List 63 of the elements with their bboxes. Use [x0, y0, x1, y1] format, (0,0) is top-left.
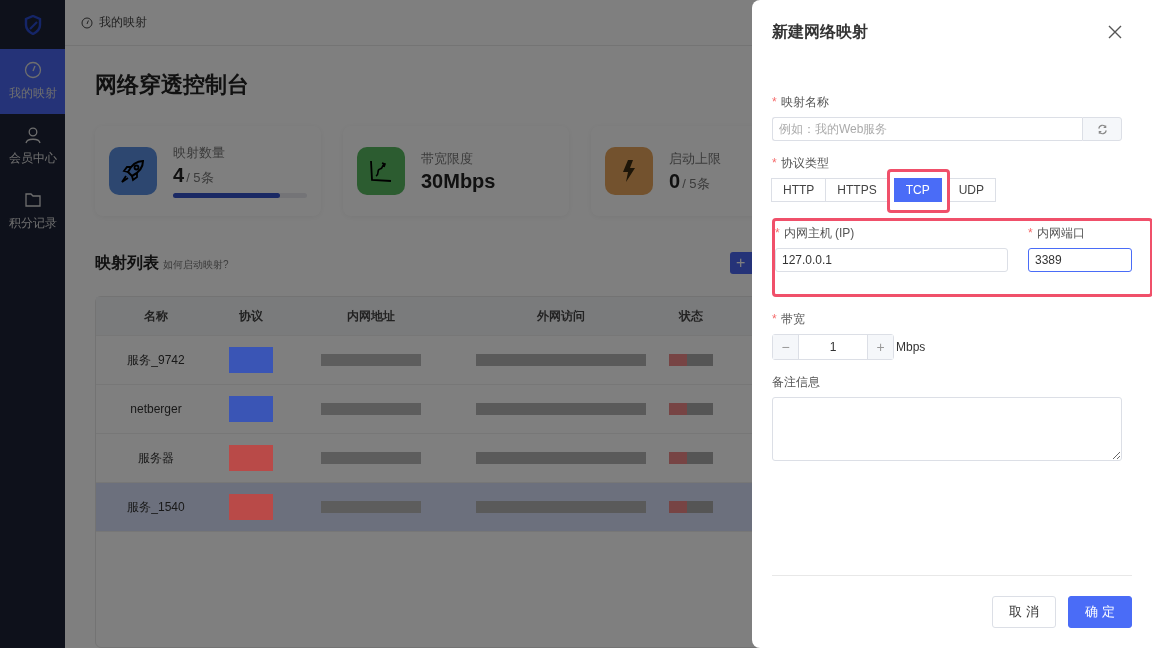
field-label: 协议类型	[780, 156, 829, 170]
breadcrumb[interactable]: 我的映射	[99, 14, 147, 31]
gauge-icon	[81, 16, 93, 29]
unit-label: Mbps	[896, 340, 926, 354]
shield-logo-icon	[23, 14, 42, 35]
stat-value: 30Mbps	[421, 169, 496, 193]
redacted-block	[669, 501, 713, 513]
folder-icon	[23, 191, 42, 209]
section-title: 映射列表	[95, 252, 159, 273]
column-header: 外网访问	[536, 307, 586, 325]
column-header: 内网地址	[346, 307, 396, 325]
user-icon	[23, 126, 42, 144]
protocol-option[interactable]: HTTPS	[825, 178, 889, 202]
sidebar-item[interactable]: 我的映射	[0, 49, 65, 114]
table-cell-text: 服务_1540	[126, 498, 186, 516]
stat-limit: / 5条	[682, 174, 710, 193]
table-cell-text: netberger	[129, 402, 183, 416]
cancel-button[interactable]: 取 消	[992, 596, 1056, 628]
redacted-block	[669, 403, 713, 415]
field-label: 映射名称	[780, 95, 829, 109]
protocol-option[interactable]: TCP	[893, 178, 942, 202]
stat-value: 4	[173, 164, 185, 187]
protocol-option[interactable]: HTTP	[771, 178, 827, 202]
table-cell-text: 服务器	[137, 449, 175, 467]
refresh-icon	[1096, 123, 1108, 135]
close-icon[interactable]	[1108, 25, 1122, 39]
increment-button[interactable]: +	[868, 335, 893, 359]
sidebar-item[interactable]: 积分记录	[0, 179, 65, 244]
sidebar-item[interactable]: 会员中心	[0, 114, 65, 179]
name-input-field[interactable]: 例如：我的Web服务	[772, 117, 1082, 141]
required-mark: *	[772, 95, 777, 109]
rocket-icon	[109, 147, 157, 195]
confirm-button[interactable]: 确 定	[1068, 596, 1132, 628]
remarks-text-area[interactable]	[772, 397, 1122, 461]
column-header: 协议	[238, 307, 264, 325]
stat-value: 0	[669, 169, 681, 193]
gauge-icon	[23, 61, 42, 79]
required-mark: *	[1028, 226, 1033, 240]
required-mark: *	[772, 312, 777, 326]
chart-icon	[357, 147, 405, 195]
help-link[interactable]: 如何启动映射?	[163, 257, 229, 272]
highlight-frame	[886, 169, 950, 213]
table-cell-text: 服务_9742	[126, 351, 186, 369]
column-header: 名称	[143, 307, 169, 325]
redacted-block	[669, 354, 713, 366]
stat-label: 启动上限	[669, 149, 721, 168]
stat-label: 映射数量	[173, 144, 225, 162]
field-label: 带宽	[780, 312, 805, 326]
page-title: 网络穿透控制台	[95, 71, 249, 99]
port-input-field[interactable]: 3389	[1028, 248, 1132, 272]
host-input-field[interactable]: 127.0.0.1	[775, 248, 1008, 272]
field-label: 内网主机 (IP)	[783, 226, 855, 240]
field-label: 内网端口	[1036, 226, 1085, 240]
column-header: 状态	[677, 307, 704, 325]
redacted-block	[669, 452, 713, 464]
required-mark: *	[772, 156, 777, 170]
refresh-button[interactable]	[1082, 117, 1122, 141]
dialog-title: 新建网络映射	[772, 21, 868, 42]
stat-limit: / 5条	[186, 169, 214, 187]
lightning-icon	[605, 147, 653, 195]
decrement-button[interactable]: −	[773, 335, 798, 359]
required-mark: *	[775, 226, 780, 240]
stat-label: 带宽限度	[421, 149, 473, 168]
